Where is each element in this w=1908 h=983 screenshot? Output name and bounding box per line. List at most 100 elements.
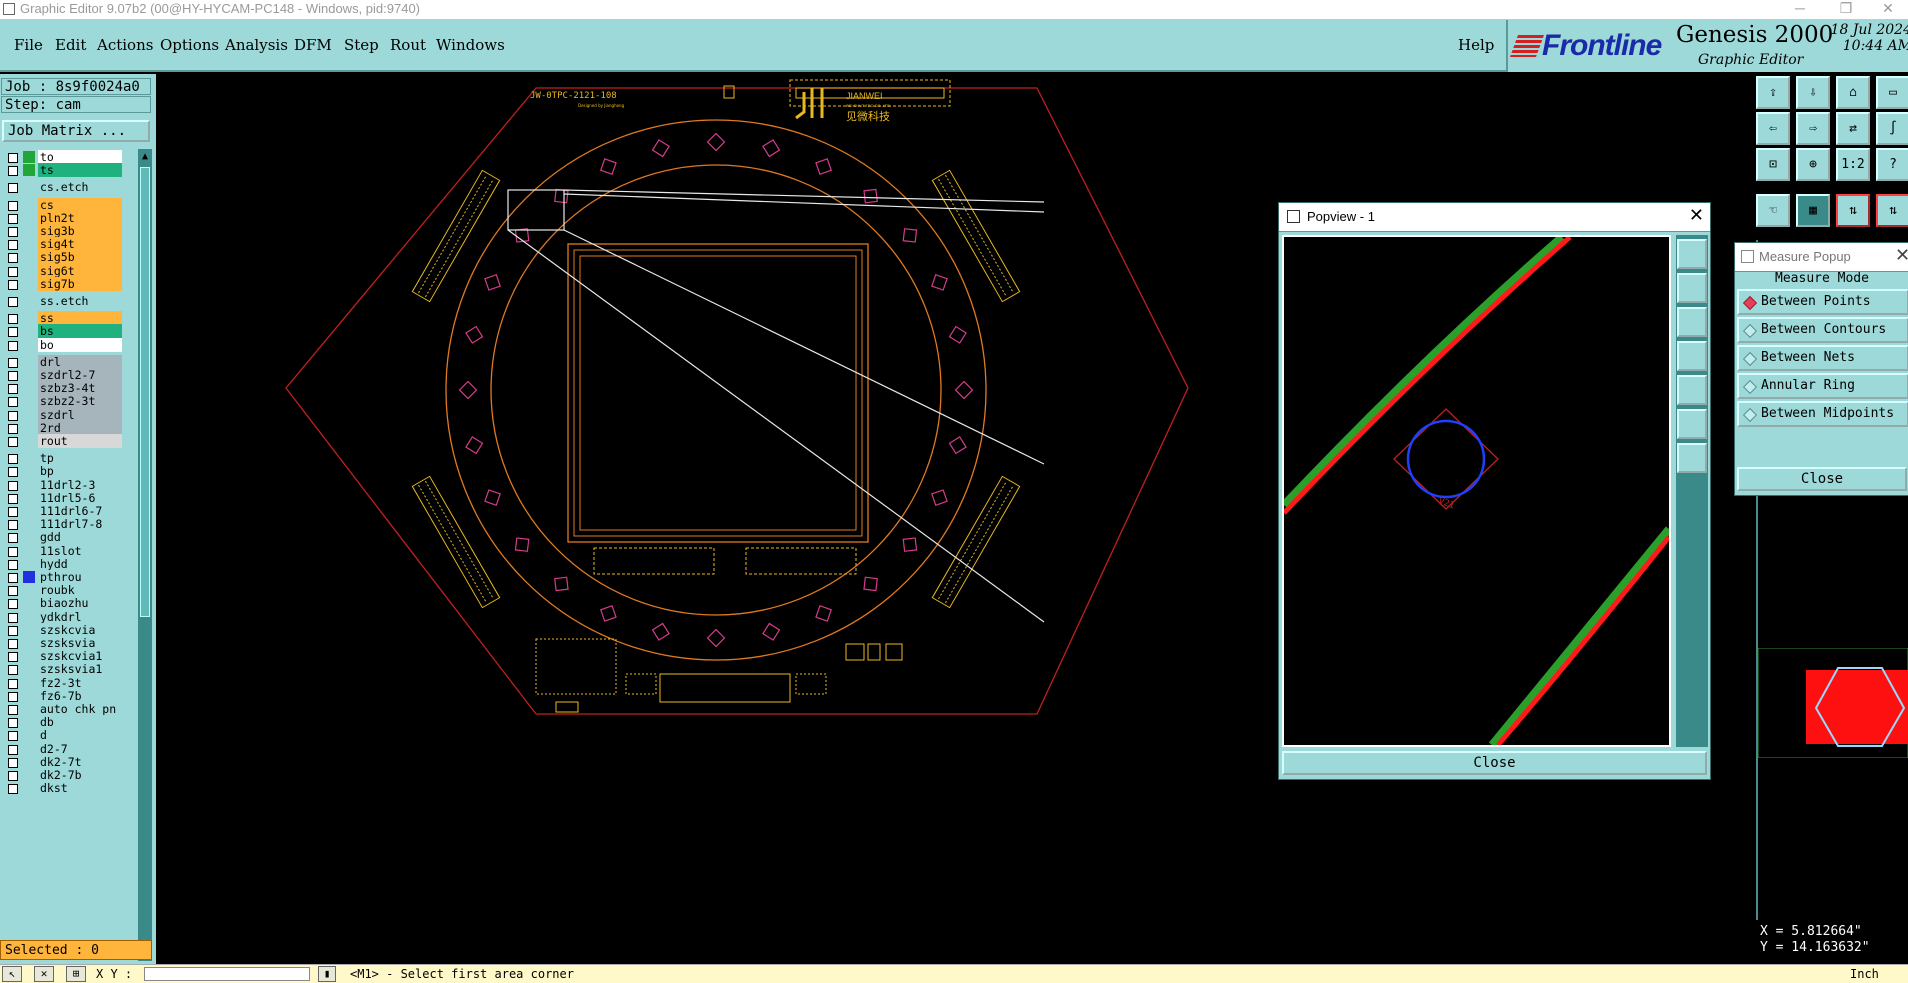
mode-between-points[interactable]: Between Points bbox=[1737, 289, 1908, 315]
layer-row[interactable]: roubk bbox=[2, 583, 124, 598]
layer-color-swatch[interactable] bbox=[23, 339, 35, 351]
layer-row[interactable]: ydkdrl bbox=[2, 609, 124, 624]
layer-name[interactable]: pthrou bbox=[38, 570, 122, 584]
layer-color-swatch[interactable] bbox=[23, 295, 35, 307]
mode-between-contours[interactable]: Between Contours bbox=[1737, 317, 1908, 343]
layer-row[interactable]: 11drl5-6 bbox=[2, 490, 124, 505]
layer-checkbox[interactable] bbox=[8, 166, 18, 177]
layer-name[interactable]: db bbox=[38, 715, 122, 730]
layer-row[interactable]: bp bbox=[2, 464, 124, 479]
layer-row[interactable]: sig6t bbox=[2, 263, 124, 278]
layer-checkbox[interactable] bbox=[8, 371, 18, 381]
layer-row[interactable]: sig7b bbox=[2, 276, 124, 291]
layer-name[interactable]: cs.etch bbox=[38, 180, 122, 195]
layer-row[interactable]: dk2-7b bbox=[2, 768, 124, 782]
layer-name[interactable]: bs bbox=[38, 324, 122, 339]
job-matrix-button[interactable]: Job Matrix ... bbox=[2, 120, 150, 142]
layer-color-swatch[interactable] bbox=[23, 181, 35, 193]
layer-checkbox[interactable] bbox=[8, 297, 18, 307]
layer-row[interactable]: cs.etch bbox=[2, 180, 124, 195]
layer-color-swatch[interactable] bbox=[23, 325, 35, 337]
layer-checkbox[interactable] bbox=[8, 266, 18, 277]
layer-row[interactable]: 11slot bbox=[2, 543, 124, 558]
layer-checkbox[interactable] bbox=[8, 533, 18, 544]
layer-row[interactable]: dk2-7t bbox=[2, 754, 124, 769]
tool-left-icon[interactable]: ⇦ bbox=[1756, 112, 1790, 145]
layer-checkbox[interactable] bbox=[8, 357, 18, 368]
layer-row[interactable]: tp bbox=[2, 451, 124, 466]
status-tool-2-icon[interactable]: ✕ bbox=[34, 966, 54, 982]
layer-color-swatch[interactable] bbox=[23, 677, 35, 689]
layer-row[interactable]: ss bbox=[2, 311, 124, 326]
layer-checkbox[interactable] bbox=[8, 314, 18, 325]
layer-color-swatch[interactable] bbox=[23, 756, 35, 768]
menu-dfm[interactable]: DFM bbox=[294, 36, 332, 54]
layer-row[interactable]: sig5b bbox=[2, 250, 124, 265]
pv-tool-5-icon[interactable] bbox=[1677, 375, 1707, 405]
tool-grid-icon[interactable]: ▦ bbox=[1796, 194, 1830, 227]
layer-checkbox[interactable] bbox=[8, 200, 18, 211]
tool-right-icon[interactable]: ⇨ bbox=[1796, 112, 1830, 145]
layer-row[interactable]: bo bbox=[2, 337, 124, 352]
tool-home-icon[interactable]: ⌂ bbox=[1836, 76, 1870, 109]
layer-row[interactable]: auto_chk_pn bbox=[2, 702, 124, 716]
layer-color-swatch[interactable] bbox=[23, 650, 35, 662]
layer-color-swatch[interactable] bbox=[23, 369, 35, 381]
layer-color-swatch[interactable] bbox=[23, 479, 35, 491]
layer-color-swatch[interactable] bbox=[23, 199, 35, 211]
layer-name[interactable]: szdrl bbox=[38, 407, 122, 422]
menu-rout[interactable]: Rout bbox=[390, 36, 426, 54]
layer-name[interactable]: ts bbox=[38, 163, 122, 178]
layer-color-swatch[interactable] bbox=[23, 716, 35, 728]
mode-annular-ring[interactable]: Annular Ring bbox=[1737, 373, 1908, 399]
layer-name[interactable]: sig4t bbox=[38, 237, 122, 252]
layer-name[interactable]: dk2-7b bbox=[38, 768, 122, 782]
layer-color-swatch[interactable] bbox=[23, 518, 35, 530]
layer-row[interactable]: szsksvia bbox=[2, 636, 124, 650]
layer-row[interactable]: db bbox=[2, 715, 124, 730]
tool-measure-icon[interactable]: ⇅ bbox=[1836, 194, 1870, 227]
layer-color-swatch[interactable] bbox=[23, 212, 35, 224]
layer-row[interactable]: drl bbox=[2, 354, 124, 369]
layer-checkbox[interactable] bbox=[8, 744, 18, 755]
layer-checkbox[interactable] bbox=[8, 652, 18, 663]
layer-color-swatch[interactable] bbox=[23, 278, 35, 290]
layer-color-swatch[interactable] bbox=[23, 558, 35, 570]
layer-checkbox[interactable] bbox=[8, 153, 18, 163]
layer-checkbox[interactable] bbox=[8, 253, 18, 264]
layer-row[interactable]: hydd bbox=[2, 556, 124, 571]
layer-checkbox[interactable] bbox=[8, 437, 18, 447]
layer-row[interactable]: pln2t bbox=[2, 210, 124, 225]
layer-checkbox[interactable] bbox=[8, 410, 18, 421]
layer-color-swatch[interactable] bbox=[23, 465, 35, 477]
menu-step[interactable]: Step bbox=[344, 36, 379, 54]
layer-color-swatch[interactable] bbox=[23, 265, 35, 277]
pv-tool-7-icon[interactable] bbox=[1677, 443, 1707, 473]
measure-close-button[interactable]: Close bbox=[1737, 467, 1907, 491]
scroll-thumb[interactable] bbox=[140, 167, 150, 617]
layer-checkbox[interactable] bbox=[8, 240, 18, 251]
tool-center-icon[interactable]: ⊕ bbox=[1796, 148, 1830, 181]
layer-checkbox[interactable] bbox=[8, 771, 18, 781]
layer-list-scrollbar[interactable]: ▲ ▼ bbox=[138, 149, 152, 961]
xy-input[interactable] bbox=[144, 967, 310, 981]
layer-row[interactable]: szskcvia1 bbox=[2, 649, 124, 664]
layer-name[interactable]: 111drl7-8 bbox=[38, 517, 122, 532]
layer-name[interactable]: bp bbox=[38, 464, 122, 479]
layer-checkbox[interactable] bbox=[8, 384, 18, 395]
layer-color-swatch[interactable] bbox=[23, 729, 35, 741]
layer-name[interactable]: sig5b bbox=[38, 250, 122, 265]
layer-name[interactable]: pln2t bbox=[38, 210, 122, 225]
layer-name[interactable]: szsksvia1 bbox=[38, 662, 122, 677]
layer-color-swatch[interactable] bbox=[23, 505, 35, 517]
pv-tool-3-icon[interactable] bbox=[1677, 307, 1707, 337]
layer-name[interactable]: szskcvia bbox=[38, 622, 122, 637]
layer-row[interactable]: sig4t bbox=[2, 237, 124, 252]
layer-color-swatch[interactable] bbox=[23, 382, 35, 394]
layer-color-swatch[interactable] bbox=[23, 452, 35, 464]
layer-color-swatch[interactable] bbox=[23, 492, 35, 504]
layer-checkbox[interactable] bbox=[8, 493, 18, 504]
layer-checkbox[interactable] bbox=[8, 454, 18, 465]
layer-row[interactable]: bs bbox=[2, 324, 124, 339]
status-tool-1-icon[interactable]: ↖ bbox=[2, 966, 22, 982]
